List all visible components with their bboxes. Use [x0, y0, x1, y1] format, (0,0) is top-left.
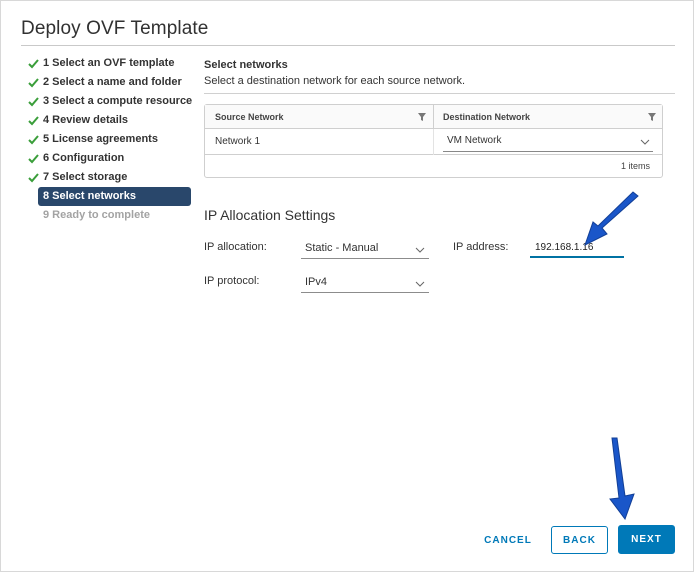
- wizard-step-label: 7 Select storage: [43, 171, 128, 183]
- annotation-arrow-icon: [609, 437, 635, 520]
- grid-item-count: 1 items: [620, 161, 650, 171]
- chevron-down-icon: [415, 281, 425, 287]
- cancel-button[interactable]: CANCEL: [477, 526, 539, 554]
- wizard-step-2[interactable]: 2 Select a name and folder: [26, 73, 191, 92]
- filter-icon[interactable]: [648, 113, 656, 121]
- check-icon: [28, 154, 39, 164]
- column-separator: [433, 129, 434, 155]
- wizard-steps: 1 Select an OVF template 2 Select a name…: [26, 54, 193, 225]
- check-icon: [28, 78, 39, 88]
- grid-header: Source Network Destination Network: [205, 105, 662, 129]
- wizard-step-4[interactable]: 4 Review details: [26, 111, 191, 130]
- check-icon: [28, 97, 39, 107]
- wizard-step-6[interactable]: 6 Configuration: [26, 149, 191, 168]
- wizard-step-label: 8 Select networks: [43, 190, 136, 202]
- table-row: Network 1 VM Network: [205, 129, 662, 155]
- section-description: Select a destination network for each so…: [204, 75, 466, 87]
- column-header-source-network[interactable]: Source Network: [215, 105, 284, 129]
- title-divider: [21, 45, 675, 46]
- chevron-down-icon: [640, 139, 650, 145]
- ip-address-label: IP address:: [453, 241, 509, 253]
- wizard-step-7[interactable]: 7 Select storage: [26, 168, 191, 187]
- destination-network-value: VM Network: [447, 135, 502, 146]
- ip-allocation-value: Static - Manual: [305, 242, 379, 254]
- check-icon: [28, 59, 39, 69]
- wizard-step-label: 9 Ready to complete: [43, 209, 150, 221]
- ip-protocol-value: IPv4: [305, 276, 328, 288]
- wizard-step-label: 1 Select an OVF template: [43, 57, 175, 69]
- dialog-title: Deploy OVF Template: [21, 18, 209, 39]
- section-title: Select networks: [204, 59, 288, 71]
- check-icon: [28, 116, 39, 126]
- wizard-step-5[interactable]: 5 License agreements: [26, 130, 191, 149]
- column-separator[interactable]: [433, 105, 434, 129]
- destination-network-select[interactable]: VM Network: [443, 132, 653, 152]
- network-mapping-grid: Source Network Destination Network Netwo…: [204, 104, 663, 178]
- ip-protocol-label: IP protocol:: [204, 275, 260, 287]
- wizard-step-label: 4 Review details: [43, 114, 128, 126]
- wizard-step-9: 9 Ready to complete: [26, 206, 191, 225]
- wizard-step-label: 6 Configuration: [43, 152, 125, 164]
- source-network-cell: Network 1: [215, 136, 261, 147]
- wizard-step-label: 2 Select a name and folder: [43, 76, 182, 88]
- section-divider: [204, 93, 675, 94]
- wizard-step-1[interactable]: 1 Select an OVF template: [26, 54, 191, 73]
- filter-icon[interactable]: [418, 113, 426, 121]
- ip-allocation-select[interactable]: Static - Manual: [301, 239, 429, 259]
- wizard-step-8-active[interactable]: 8 Select networks: [38, 187, 191, 206]
- ip-allocation-label: IP allocation:: [204, 241, 267, 253]
- ip-settings-title: IP Allocation Settings: [204, 207, 336, 223]
- ip-protocol-select[interactable]: IPv4: [301, 273, 429, 293]
- wizard-step-3[interactable]: 3 Select a compute resource: [26, 92, 193, 111]
- back-button[interactable]: BACK: [551, 526, 608, 554]
- check-icon: [28, 135, 39, 145]
- deploy-ovf-dialog: Deploy OVF Template 1 Select an OVF temp…: [0, 0, 694, 572]
- chevron-down-icon: [415, 247, 425, 253]
- next-button[interactable]: NEXT: [618, 525, 675, 554]
- column-header-destination-network[interactable]: Destination Network: [443, 105, 530, 129]
- wizard-step-label: 5 License agreements: [43, 133, 158, 145]
- wizard-step-label: 3 Select a compute resource: [43, 95, 193, 107]
- check-icon: [28, 173, 39, 183]
- annotation-arrow-icon: [584, 191, 639, 246]
